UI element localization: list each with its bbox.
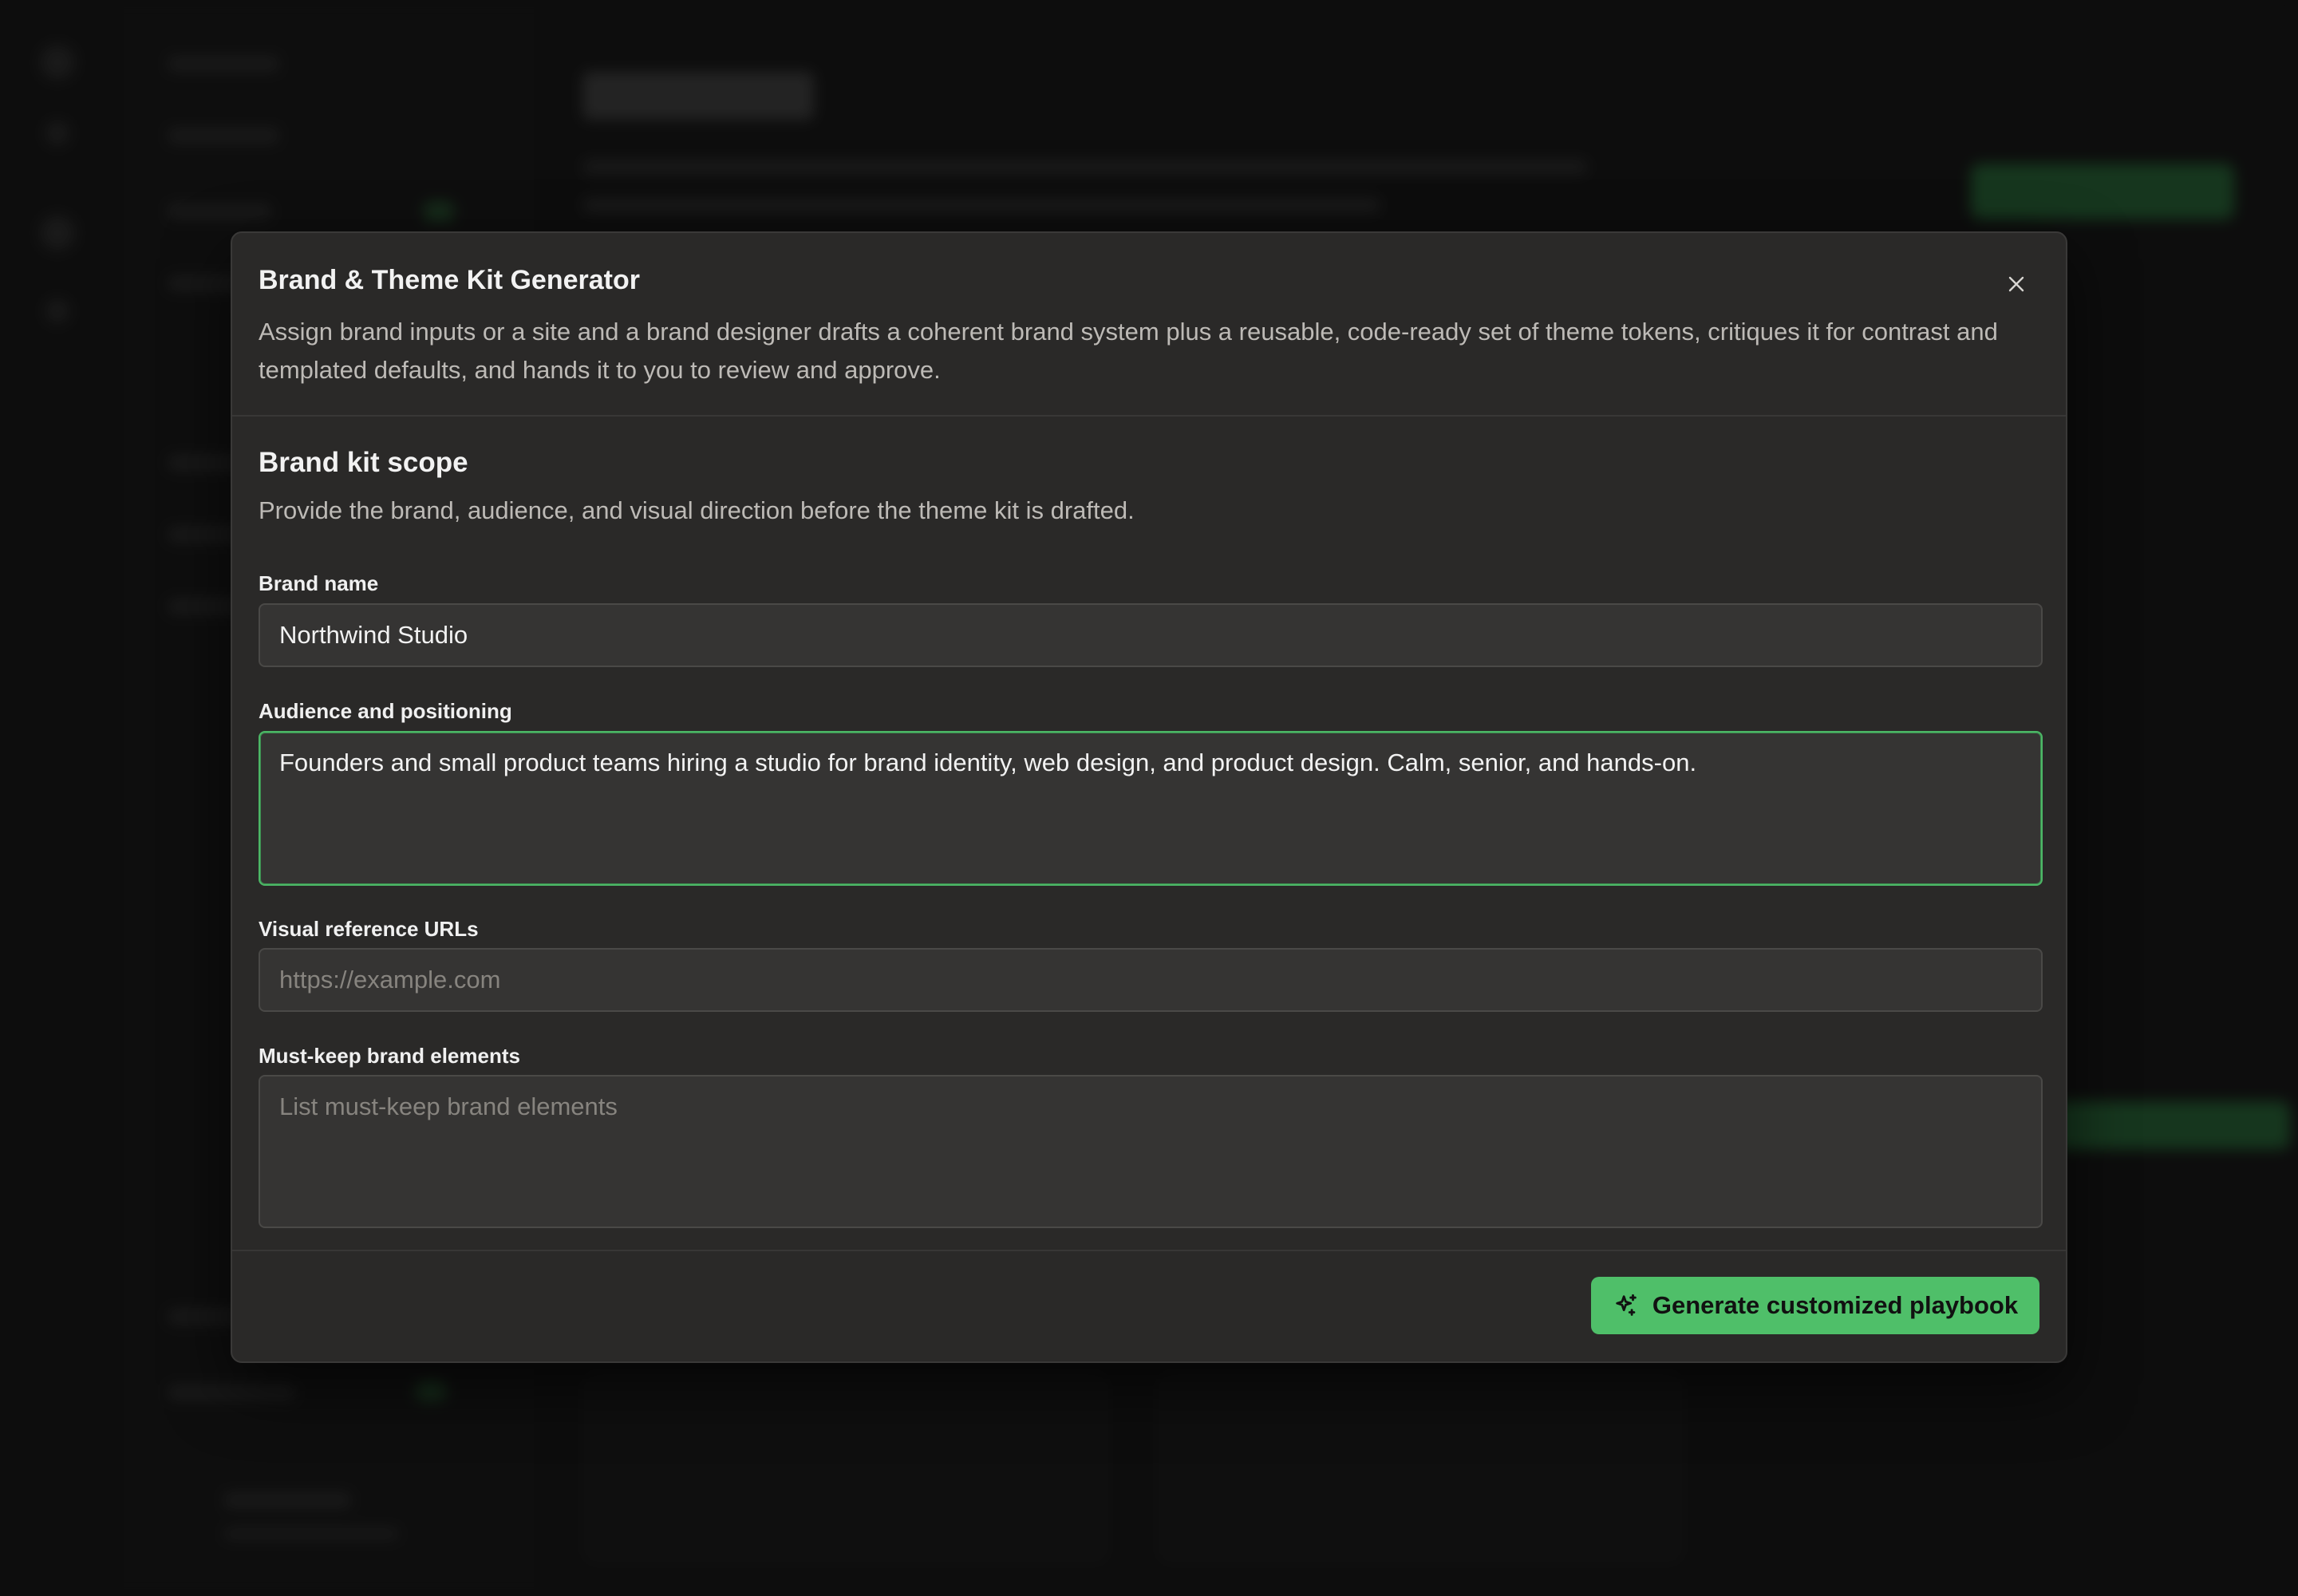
sparkles-icon	[1616, 1294, 1637, 1316]
visual-refs-input[interactable]	[259, 948, 2043, 1012]
visual-refs-label: Visual reference URLs	[259, 917, 479, 941]
brand-name-input[interactable]	[259, 603, 2043, 667]
brand-kit-dialog: Brand & Theme Kit Generator Assign brand…	[231, 231, 2067, 1363]
brand-name-label: Brand name	[259, 571, 379, 595]
generate-playbook-button[interactable]: Generate customized playbook	[1591, 1277, 2039, 1334]
section-description: Provide the brand, audience, and visual …	[259, 496, 1135, 524]
must-keep-textarea[interactable]	[259, 1075, 2043, 1228]
dialog-header: Brand & Theme Kit Generator Assign brand…	[232, 233, 2066, 417]
audience-textarea[interactable]: Founders and small product teams hiring …	[259, 731, 2043, 886]
section-title: Brand kit scope	[259, 447, 468, 478]
dialog-title: Brand & Theme Kit Generator	[259, 265, 640, 295]
close-icon	[2008, 276, 2024, 292]
audience-label: Audience and positioning	[259, 699, 512, 723]
close-button[interactable]	[1999, 267, 2034, 302]
generate-button-label: Generate customized playbook	[1652, 1291, 2019, 1319]
must-keep-label: Must-keep brand elements	[259, 1044, 520, 1068]
dialog-description: Assign brand inputs or a site and a bran…	[259, 318, 1998, 384]
dialog-footer: Generate customized playbook	[232, 1250, 2066, 1361]
